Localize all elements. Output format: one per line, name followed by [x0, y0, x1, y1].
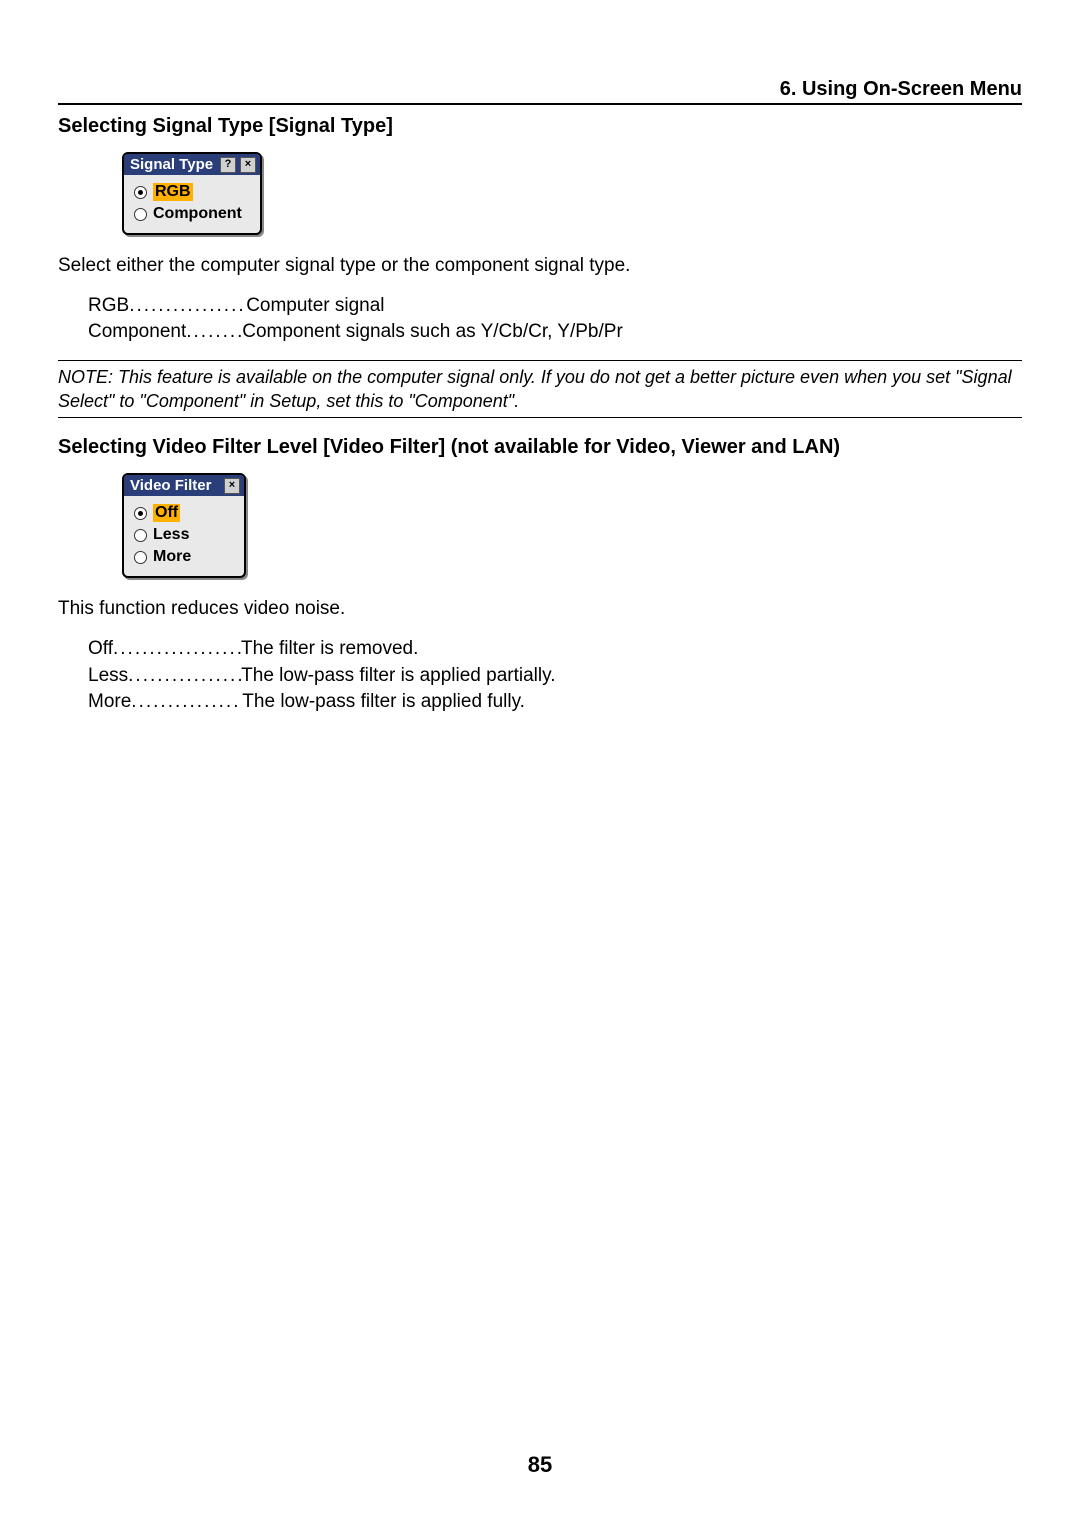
radio-option-off[interactable]: Off — [134, 502, 234, 524]
definition-desc: The filter is removed. — [241, 636, 418, 663]
dialog-titlebar: Video Filter × — [124, 475, 244, 496]
dot-leader — [113, 636, 241, 663]
section-intro: This function reduces video noise. — [58, 596, 1022, 622]
dot-leader — [131, 689, 242, 716]
definition-desc: Component signals such as Y/Cb/Cr, Y/Pb/… — [242, 319, 623, 346]
close-icon[interactable]: × — [224, 478, 240, 494]
radio-option-more[interactable]: More — [134, 546, 234, 568]
dialog-signal-type: Signal Type ? × RGB Component — [122, 152, 262, 235]
dialog-video-filter: Video Filter × Off Less More — [122, 473, 246, 578]
section-heading-signal-type: Selecting Signal Type [Signal Type] — [58, 115, 1022, 138]
radio-label: RGB — [153, 183, 193, 201]
definition-row: More The low-pass filter is applied full… — [88, 689, 1022, 716]
radio-label: Off — [153, 504, 180, 522]
definition-term: Off — [88, 636, 113, 663]
help-icon[interactable]: ? — [220, 157, 236, 173]
definition-desc: The low-pass filter is applied partially… — [241, 663, 555, 690]
dialog-title: Signal Type — [130, 156, 216, 173]
definition-row: Less The low-pass filter is applied part… — [88, 663, 1022, 690]
definition-desc: The low-pass filter is applied fully. — [242, 689, 525, 716]
definition-row: RGB Computer signal — [88, 293, 1022, 320]
radio-option-less[interactable]: Less — [134, 524, 234, 546]
close-icon[interactable]: × — [240, 157, 256, 173]
section-heading-video-filter: Selecting Video Filter Level [Video Filt… — [58, 436, 1022, 459]
radio-option-component[interactable]: Component — [134, 203, 250, 225]
dialog-title: Video Filter — [130, 477, 220, 494]
radio-icon — [134, 208, 147, 221]
dot-leader — [128, 663, 241, 690]
radio-option-rgb[interactable]: RGB — [134, 181, 250, 203]
page-number: 85 — [0, 1452, 1080, 1478]
definition-list-signal-type: RGB Computer signal Component Component … — [88, 293, 1022, 346]
note-block: NOTE: This feature is available on the c… — [58, 360, 1022, 419]
chapter-header: 6. Using On-Screen Menu — [58, 78, 1022, 105]
definition-desc: Computer signal — [246, 293, 384, 320]
dialog-titlebar: Signal Type ? × — [124, 154, 260, 175]
definition-term: More — [88, 689, 131, 716]
dot-leader — [186, 319, 242, 346]
radio-label: Less — [153, 526, 189, 544]
definition-term: RGB — [88, 293, 129, 320]
section-intro: Select either the computer signal type o… — [58, 253, 1022, 279]
definition-term: Component — [88, 319, 186, 346]
radio-icon — [134, 186, 147, 199]
dialog-body: Off Less More — [124, 496, 244, 576]
radio-label: More — [153, 548, 191, 566]
radio-icon — [134, 507, 147, 520]
definition-term: Less — [88, 663, 128, 690]
definition-row: Component Component signals such as Y/Cb… — [88, 319, 1022, 346]
dialog-body: RGB Component — [124, 175, 260, 233]
radio-icon — [134, 551, 147, 564]
definition-row: Off The filter is removed. — [88, 636, 1022, 663]
radio-icon — [134, 529, 147, 542]
radio-label: Component — [153, 205, 242, 223]
dot-leader — [129, 293, 246, 320]
definition-list-video-filter: Off The filter is removed. Less The low-… — [88, 636, 1022, 716]
